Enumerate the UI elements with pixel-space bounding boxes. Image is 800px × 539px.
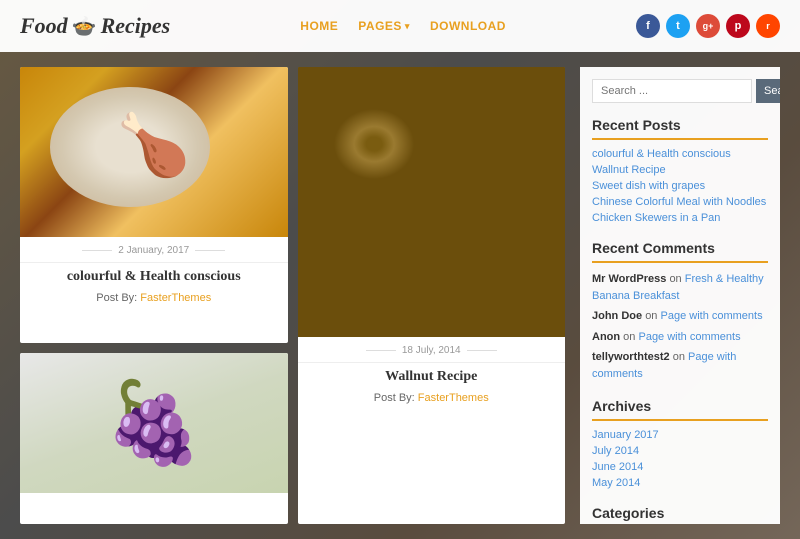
comment-action-3: on	[673, 351, 685, 363]
post-author-walnuts: Post By: FasterThemes	[298, 389, 566, 412]
facebook-icon[interactable]: f	[636, 14, 660, 38]
archives-title: Archives	[592, 398, 768, 421]
author-link-chicken[interactable]: FasterThemes	[140, 292, 211, 304]
posts-grid: 2 January, 2017 colourful & Health consc…	[20, 67, 565, 524]
comment-2: Anon on Page with comments	[592, 327, 768, 348]
post-title-chicken: colourful & Health conscious	[20, 263, 288, 289]
sidebar: Search Recent Posts colourful & Health c…	[580, 67, 780, 524]
nav-download[interactable]: DOWNLOAD	[430, 19, 506, 33]
author-link-walnuts[interactable]: FasterThemes	[418, 392, 489, 404]
comment-3: tellyworthtest2 on Page with comments	[592, 347, 768, 384]
author-label-walnuts: Post By:	[374, 392, 415, 404]
categories-section: Categories	[592, 505, 768, 524]
recent-posts-section: Recent Posts colourful & Health consciou…	[592, 117, 768, 226]
author-label: Post By:	[96, 292, 137, 304]
archive-2[interactable]: June 2014	[592, 459, 768, 475]
logo-text-food: Food	[20, 13, 68, 39]
main-content: 2 January, 2017 colourful & Health consc…	[0, 52, 800, 539]
recent-post-1[interactable]: Wallnut Recipe	[592, 162, 768, 178]
social-icons: f t g+ p r	[636, 14, 780, 38]
recent-posts-title: Recent Posts	[592, 117, 768, 140]
comment-1: John Doe on Page with comments	[592, 306, 768, 327]
recent-post-4[interactable]: Chicken Skewers in a Pan	[592, 210, 768, 226]
logo-icon: 🍲	[72, 14, 97, 39]
reddit-icon[interactable]: r	[756, 14, 780, 38]
main-nav: HOME PAGES ▾ DOWNLOAD	[300, 19, 506, 33]
search-input[interactable]	[592, 79, 752, 103]
comment-link-2[interactable]: Page with comments	[638, 331, 740, 343]
archive-3[interactable]: May 2014	[592, 475, 768, 491]
chicken-image	[20, 67, 288, 237]
post-author-chicken: Post By: FasterThemes	[20, 289, 288, 312]
header: Food 🍲 Recipes HOME PAGES ▾ DOWNLOAD f t…	[0, 0, 800, 52]
pinterest-icon[interactable]: p	[726, 14, 750, 38]
google-plus-icon[interactable]: g+	[696, 14, 720, 38]
comment-action-2: on	[623, 331, 635, 343]
comment-action-0: on	[669, 273, 681, 285]
recent-post-3[interactable]: Chinese Colorful Meal with Noodles	[592, 194, 768, 210]
walnuts-image	[298, 67, 566, 337]
comment-user-3: tellyworthtest2	[592, 351, 670, 363]
categories-title: Categories	[592, 505, 768, 524]
post-date-walnuts: 18 July, 2014	[310, 345, 554, 356]
logo[interactable]: Food 🍲 Recipes	[20, 13, 170, 39]
archive-1[interactable]: July 2014	[592, 443, 768, 459]
post-meta-chicken: 2 January, 2017	[20, 237, 288, 263]
post-meta-walnuts: 18 July, 2014	[298, 337, 566, 363]
archives-section: Archives January 2017 July 2014 June 201…	[592, 398, 768, 491]
logo-text-recipes: Recipes	[101, 13, 171, 39]
archive-0[interactable]: January 2017	[592, 427, 768, 443]
recent-post-2[interactable]: Sweet dish with grapes	[592, 178, 768, 194]
recent-post-0[interactable]: colourful & Health conscious	[592, 146, 768, 162]
post-date-chicken: 2 January, 2017	[32, 245, 276, 256]
chevron-down-icon: ▾	[405, 21, 410, 32]
search-button[interactable]: Search	[756, 79, 780, 103]
nav-home[interactable]: HOME	[300, 19, 338, 33]
recent-comments-section: Recent Comments Mr WordPress on Fresh & …	[592, 240, 768, 384]
comment-link-1[interactable]: Page with comments	[661, 310, 763, 322]
post-card-walnuts[interactable]: 18 July, 2014 Wallnut Recipe Post By: Fa…	[298, 67, 566, 524]
grapes-image	[20, 353, 288, 493]
search-box: Search	[592, 79, 768, 103]
comment-user-1: John Doe	[592, 310, 642, 322]
comment-action-1: on	[645, 310, 657, 322]
nav-pages[interactable]: PAGES ▾	[358, 19, 410, 33]
twitter-icon[interactable]: t	[666, 14, 690, 38]
comment-user-0: Mr WordPress	[592, 273, 666, 285]
post-title-walnuts: Wallnut Recipe	[298, 363, 566, 389]
comment-0: Mr WordPress on Fresh & Healthy Banana B…	[592, 269, 768, 306]
comment-user-2: Anon	[592, 331, 620, 343]
post-card-chicken[interactable]: 2 January, 2017 colourful & Health consc…	[20, 67, 288, 343]
post-card-grapes[interactable]	[20, 353, 288, 524]
recent-comments-title: Recent Comments	[592, 240, 768, 263]
